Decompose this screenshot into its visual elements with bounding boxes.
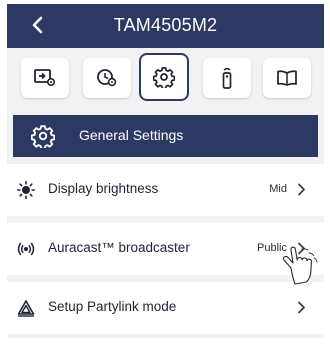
tab-remote-control[interactable] [203, 58, 251, 98]
row-label: Auracast™ broadcaster [48, 240, 190, 255]
settings-gear-icon [31, 125, 55, 148]
row-label: Setup Partylink mode [48, 299, 177, 314]
display-brightness-row[interactable]: Display brightness Mid [7, 164, 324, 216]
row-label: Display brightness [48, 181, 159, 196]
input-settings-icon [34, 69, 56, 87]
tab-manual[interactable] [263, 58, 311, 98]
screen: TAM4505M2 General Settings Display brigh… [7, 4, 324, 338]
tab-general-settings[interactable] [139, 53, 189, 101]
top-bar: TAM4505M2 [7, 4, 324, 48]
settings-gear-icon [153, 67, 175, 88]
row-divider [7, 275, 324, 282]
tab-timer-settings[interactable] [83, 58, 131, 98]
timer-settings-icon [97, 69, 117, 87]
section-title: General Settings [79, 127, 184, 143]
broadcast-icon [17, 242, 35, 256]
row-divider [7, 216, 324, 223]
manual-book-icon [277, 70, 297, 86]
partylink-icon [17, 300, 35, 317]
row-value: Mid [269, 183, 287, 195]
remote-control-icon [222, 67, 232, 89]
partylink-mode-row[interactable]: Setup Partylink mode [7, 282, 324, 334]
tap-hand-pointer-icon [282, 246, 318, 285]
auracast-broadcaster-row[interactable]: Auracast™ broadcaster Public [7, 223, 324, 275]
device-title: TAM4505M2 [113, 15, 218, 35]
general-settings-header: General Settings [13, 115, 318, 157]
tab-input-settings[interactable] [21, 58, 69, 98]
tab-bar [7, 52, 324, 104]
chevron-right-icon [298, 183, 305, 196]
chevron-right-icon [298, 301, 305, 314]
brightness-icon [17, 181, 35, 199]
